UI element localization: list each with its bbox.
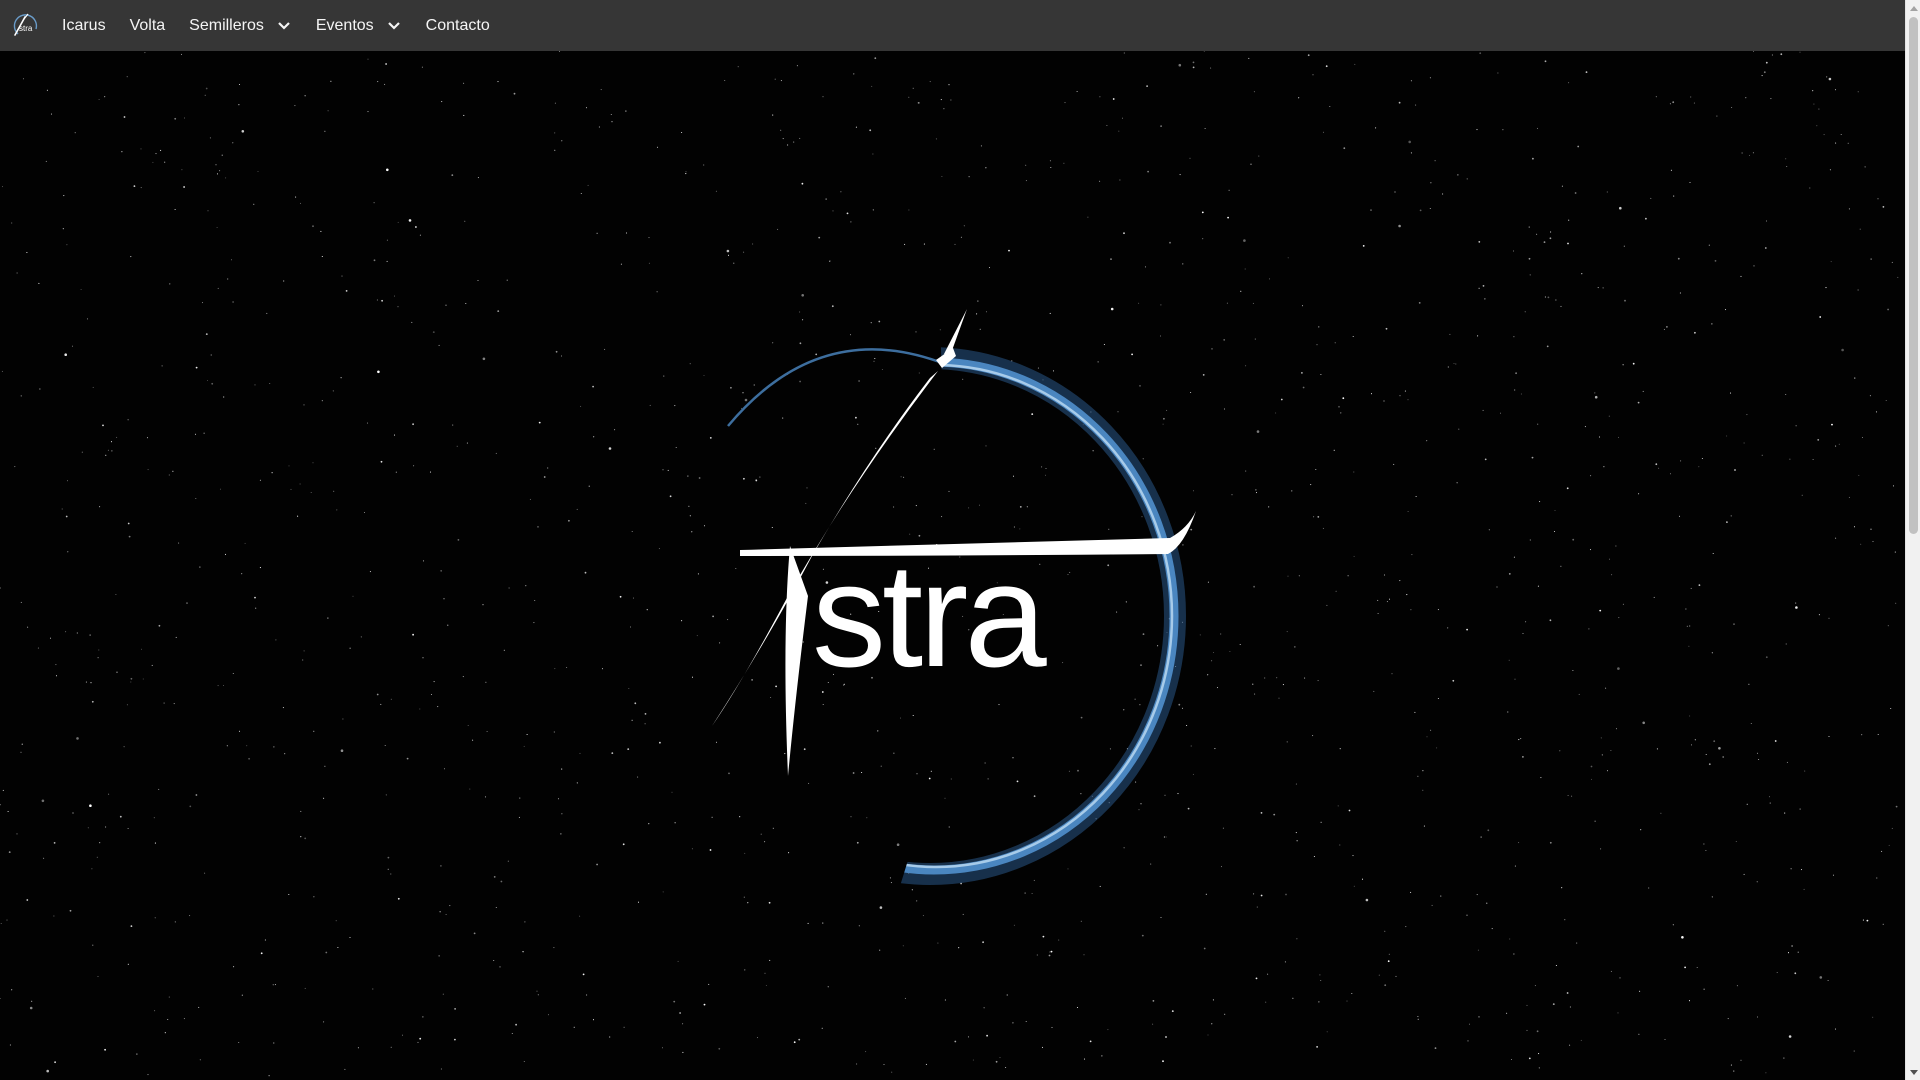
- astra-logo-icon[interactable]: stra: [0, 0, 50, 51]
- vertical-scrollbar[interactable]: [1905, 0, 1920, 1080]
- nav-volta[interactable]: Volta: [118, 0, 178, 51]
- nav-eventos-label: Eventos: [315, 16, 374, 34]
- nav-semilleros-label: Semilleros: [189, 16, 264, 34]
- nav-volta-label: Volta: [129, 16, 166, 34]
- svg-text:stra: stra: [19, 24, 33, 33]
- nav-semilleros-dropdown[interactable]: Semilleros: [177, 0, 304, 51]
- scrollbar-thumb[interactable]: [1909, 17, 1918, 534]
- chevron-down-icon: [386, 18, 402, 34]
- nav-eventos-dropdown[interactable]: Eventos: [304, 0, 414, 51]
- chevron-down-icon: [276, 18, 292, 34]
- top-navbar: stra Icarus Volta Semilleros Eventos Con…: [0, 0, 1905, 51]
- hero-section: stra: [0, 51, 1905, 1080]
- hero-logo-text: stra: [812, 533, 1047, 698]
- nav-icarus[interactable]: Icarus: [50, 0, 118, 51]
- nav-contacto-label: Contacto: [425, 16, 490, 34]
- page: stra Icarus Volta Semilleros Eventos Con…: [0, 0, 1920, 1080]
- scroll-up-arrow-icon[interactable]: [1906, 0, 1920, 15]
- nav-contacto[interactable]: Contacto: [414, 0, 502, 51]
- astra-hero-logo: stra: [712, 309, 1196, 885]
- nav-icarus-label: Icarus: [62, 16, 106, 34]
- scroll-down-arrow-icon[interactable]: [1906, 1065, 1920, 1080]
